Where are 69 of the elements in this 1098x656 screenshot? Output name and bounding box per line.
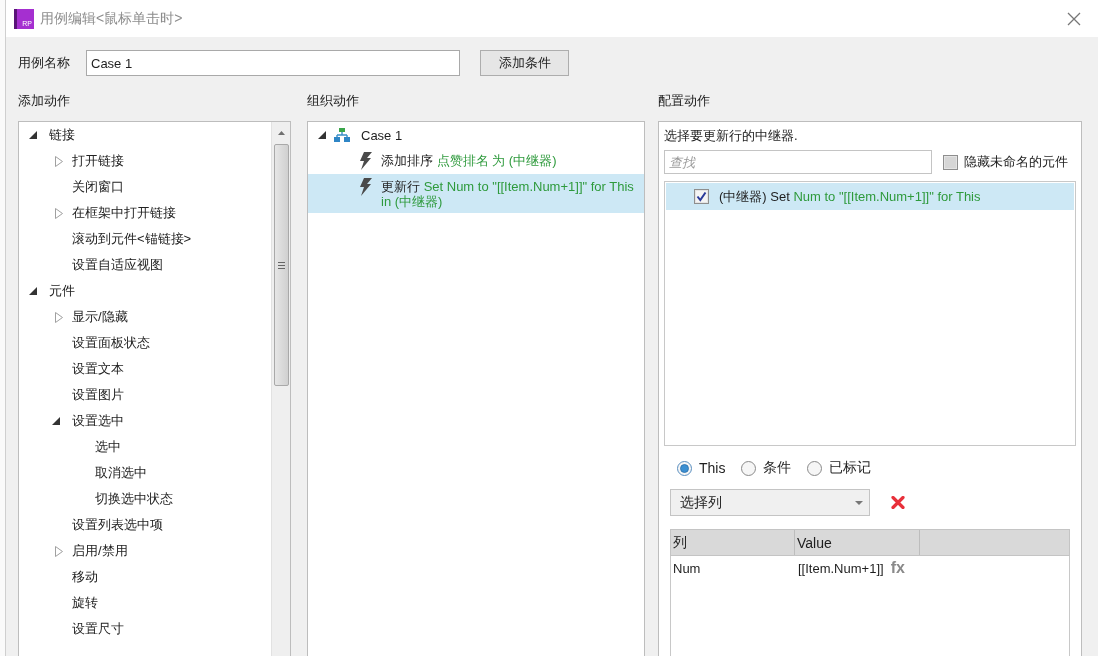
action-tree-item[interactable]: 移动 bbox=[72, 568, 98, 586]
table-cell-text: Num bbox=[672, 560, 702, 576]
expanded-triangle-icon[interactable] bbox=[318, 131, 326, 139]
section-heading: 配置动作 bbox=[658, 93, 710, 109]
column-header: 列 bbox=[673, 533, 687, 552]
scrollbar[interactable] bbox=[271, 122, 290, 656]
section-heading: 添加动作 bbox=[18, 93, 70, 109]
target-text: (中继器) Set Num to "[[Item.Num+1]]" for This bbox=[719, 187, 981, 206]
lightning-icon bbox=[358, 178, 372, 196]
radio-button[interactable] bbox=[741, 460, 757, 476]
action-tree-item[interactable]: 在框架中打开链接 bbox=[72, 204, 176, 222]
target-row[interactable]: (中继器) Set Num to "[[Item.Num+1]]" for This bbox=[666, 183, 1074, 210]
collapsed-triangle-icon[interactable] bbox=[55, 207, 63, 219]
action-tree-item[interactable]: 链接 bbox=[49, 126, 75, 144]
column-dropdown[interactable]: 选择列 bbox=[670, 489, 870, 516]
radio-label[interactable]: 条件 bbox=[763, 459, 792, 477]
action-tree-item[interactable]: 元件 bbox=[49, 282, 75, 300]
action-row[interactable]: 添加排序 点赞排名 为 (中继器) bbox=[308, 148, 644, 174]
expanded-triangle-icon[interactable] bbox=[29, 131, 37, 139]
collapsed-triangle-icon[interactable] bbox=[55, 155, 63, 167]
action-row[interactable]: 更新行 Set Num to "[[Item.Num+1]]" for This in (中继器) bbox=[308, 174, 644, 213]
checkbox[interactable] bbox=[694, 189, 709, 204]
delete-icon[interactable] bbox=[891, 496, 905, 509]
hierarchy-icon bbox=[334, 128, 350, 142]
collapsed-triangle-icon[interactable] bbox=[55, 545, 63, 557]
case-label[interactable]: Case 1 bbox=[361, 127, 403, 143]
close-icon bbox=[1067, 11, 1081, 26]
action-tree-item[interactable]: 滚动到元件<锚链接> bbox=[72, 230, 192, 248]
window-title: 用例编辑<鼠标单击时> bbox=[40, 9, 183, 28]
search-field[interactable]: 查找 bbox=[664, 150, 932, 174]
action-tree-item[interactable]: 设置选中 bbox=[72, 412, 124, 430]
action-tree-item[interactable]: 取消选中 bbox=[95, 464, 147, 482]
action-tree-item[interactable]: 选中 bbox=[95, 438, 121, 456]
action-tree-item[interactable]: 设置自适应视图 bbox=[72, 256, 163, 274]
expanded-triangle-icon[interactable] bbox=[29, 287, 37, 295]
action-tree-item[interactable]: 设置面板状态 bbox=[72, 334, 150, 352]
action-tree-item[interactable]: 设置尺寸 bbox=[72, 620, 124, 638]
lightning-icon bbox=[358, 152, 372, 170]
radio-label[interactable]: This bbox=[699, 460, 726, 476]
caret-icon bbox=[855, 500, 863, 505]
add-condition-button[interactable]: 添加条件 bbox=[480, 50, 569, 76]
action-tree-item[interactable]: 打开链接 bbox=[72, 152, 124, 170]
action-tree-item[interactable]: 设置列表选中项 bbox=[72, 516, 163, 534]
column-header: Value bbox=[797, 534, 832, 551]
radio-button[interactable] bbox=[807, 460, 823, 476]
action-tree-item[interactable]: 启用/禁用 bbox=[72, 542, 128, 560]
action-tree-item[interactable]: 设置文本 bbox=[72, 360, 124, 378]
action-tree-item[interactable]: 设置图片 bbox=[72, 386, 124, 404]
grip-icon bbox=[277, 261, 285, 269]
scroll-up-icon bbox=[277, 131, 285, 135]
table-cell: [[Item.Num+1]] bbox=[798, 560, 884, 576]
action-tree-item[interactable]: 旋转 bbox=[72, 594, 98, 612]
section-heading: 组织动作 bbox=[307, 93, 359, 109]
action-tree-item[interactable]: 切换选中状态 bbox=[95, 490, 173, 508]
radio-button[interactable] bbox=[677, 460, 692, 476]
case-name-label: 用例名称 bbox=[18, 54, 71, 72]
action-text: 添加排序 点赞排名 为 (中继器) bbox=[381, 153, 557, 168]
action-tree-item[interactable]: 显示/隐藏 bbox=[72, 308, 128, 326]
action-text: 更新行 Set Num to "[[Item.Num+1]]" for This in (中继器) bbox=[381, 179, 635, 209]
prompt-text: 选择要更新行的中继器. bbox=[664, 128, 798, 144]
close-button[interactable] bbox=[1067, 11, 1081, 26]
collapsed-triangle-icon[interactable] bbox=[55, 311, 63, 323]
radio-label[interactable]: 已标记 bbox=[829, 459, 872, 477]
checkbox-label[interactable]: 隐藏未命名的元件 bbox=[964, 153, 1068, 171]
case-name-field[interactable]: Case 1 bbox=[86, 50, 460, 76]
expanded-triangle-icon[interactable] bbox=[52, 417, 60, 425]
checkbox[interactable] bbox=[943, 154, 958, 170]
action-tree-item[interactable]: 关闭窗口 bbox=[72, 178, 124, 196]
scrollbar-thumb[interactable] bbox=[273, 144, 289, 386]
